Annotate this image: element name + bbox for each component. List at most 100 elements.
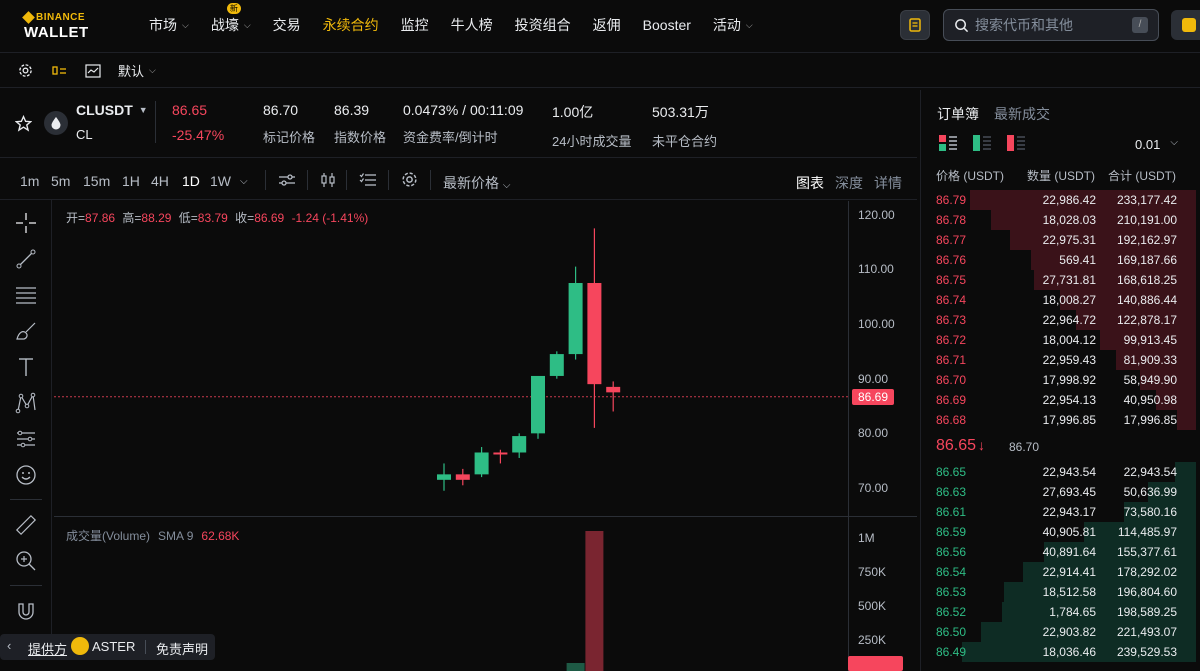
stat-label: 标记价格 xyxy=(263,130,316,145)
ruler-icon[interactable] xyxy=(13,512,39,538)
symbol-selector[interactable]: CLUSDT ▼ xyxy=(76,102,148,118)
ask-row[interactable]: 86.71 22,959.43 81,909.33 xyxy=(930,350,1196,370)
y-tick-label: 90.00 xyxy=(858,371,889,386)
tf-1m[interactable]: 1m xyxy=(20,173,39,189)
bid-price: 86.61 xyxy=(936,505,967,519)
view-both-icon[interactable] xyxy=(938,134,958,155)
bid-row[interactable]: 86.53 18,512.58 196,804.60 xyxy=(930,582,1196,602)
y-tick-label: 70.00 xyxy=(858,481,889,496)
ask-row[interactable]: 86.77 22,975.31 192,162.97 xyxy=(930,230,1196,250)
nav-item-9[interactable]: 活动 ⌵ xyxy=(702,15,764,35)
tf-15m[interactable]: 15m xyxy=(83,173,110,189)
brush-icon[interactable] xyxy=(13,318,39,344)
nav-item-label: 交易 xyxy=(272,17,301,33)
ask-row[interactable]: 86.74 18,008.27 140,886.44 xyxy=(930,290,1196,310)
tab-recent-trades[interactable]: 最新成交 xyxy=(994,104,1050,124)
bid-row[interactable]: 86.59 40,905.81 114,485.97 xyxy=(930,522,1196,542)
pane-divider[interactable] xyxy=(54,516,917,517)
chevron-left-icon[interactable]: ‹ xyxy=(7,638,11,653)
bid-total: 221,493.07 xyxy=(1116,625,1177,639)
search-box[interactable]: / xyxy=(943,9,1159,41)
stat-funding[interactable]: 0.0473% / 00:11:09 资金费率/倒计时 xyxy=(403,102,523,146)
nav-item-7[interactable]: 返佣 xyxy=(582,15,632,35)
mid-price[interactable]: 86.65 ↓ xyxy=(936,437,985,455)
bid-row[interactable]: 86.54 22,914.41 178,292.02 xyxy=(930,562,1196,582)
ask-row[interactable]: 86.69 22,954.13 40,950.98 xyxy=(930,390,1196,410)
search-input[interactable] xyxy=(975,17,1125,33)
tf-5m[interactable]: 5m xyxy=(51,173,70,189)
measure-lines-icon[interactable] xyxy=(13,426,39,452)
bid-row[interactable]: 86.50 22,903.82 221,493.07 xyxy=(930,622,1196,642)
emoji-icon[interactable] xyxy=(13,462,39,488)
candle-body xyxy=(512,436,527,453)
disclaimer-link[interactable]: 免责声明 xyxy=(156,639,208,658)
ask-row[interactable]: 86.76 569.41 169,187.66 xyxy=(930,250,1196,270)
volume-tick-label: 750K xyxy=(858,565,887,579)
ask-price: 86.71 xyxy=(936,353,967,367)
zoom-in-icon[interactable] xyxy=(13,548,39,574)
tab-orderbook[interactable]: 订单簿 xyxy=(937,104,979,124)
ask-row[interactable]: 86.78 18,028.03 210,191.00 xyxy=(930,210,1196,230)
tf-1w[interactable]: 1W xyxy=(210,173,231,189)
nav-item-0[interactable]: 市场 ⌵ xyxy=(138,15,200,35)
bid-row[interactable]: 86.63 27,693.45 50,636.99 xyxy=(930,482,1196,502)
bid-row[interactable]: 86.61 22,943.17 73,580.16 xyxy=(930,502,1196,522)
nav-item-6[interactable]: 投资组合 xyxy=(504,15,582,35)
ask-row[interactable]: 86.70 17,998.92 58,949.90 xyxy=(930,370,1196,390)
provider-link[interactable]: 提供方 xyxy=(28,639,67,658)
view-bids-icon[interactable] xyxy=(972,134,992,155)
precision-dropdown[interactable]: 0.01 ⌵ xyxy=(1135,137,1178,152)
tab-details[interactable]: 详情 xyxy=(874,173,902,193)
ask-row[interactable]: 86.73 22,964.72 122,878.17 xyxy=(930,310,1196,330)
settings-gear-icon[interactable] xyxy=(16,62,34,80)
price-type-dropdown[interactable]: 最新价格 ⌵ xyxy=(443,173,510,193)
stat-value: 503.31万 xyxy=(652,104,709,120)
nav-item-8[interactable]: Booster xyxy=(632,17,702,33)
nav-item-4[interactable]: 监控 xyxy=(390,15,440,35)
tf-1h[interactable]: 1H xyxy=(122,173,140,189)
fib-lines-icon[interactable] xyxy=(13,282,39,308)
tab-chart[interactable]: 图表 xyxy=(796,173,824,193)
ohlc-open: 87.86 xyxy=(85,211,116,225)
ask-total: 233,177.42 xyxy=(1116,193,1177,207)
indicator-settings-icon[interactable] xyxy=(278,172,296,191)
ask-row[interactable]: 86.68 17,996.85 17,996.85 xyxy=(930,410,1196,430)
magnet-icon[interactable] xyxy=(13,598,39,624)
notes-button[interactable] xyxy=(900,10,930,40)
bid-row[interactable]: 86.52 1,784.65 198,589.25 xyxy=(930,602,1196,622)
ask-row[interactable]: 86.72 18,004.12 99,913.45 xyxy=(930,330,1196,350)
layout-dropdown[interactable]: 默认 ⌵ xyxy=(118,61,156,80)
nav-item-1[interactable]: 战壕 ⌵ 新 xyxy=(200,3,262,35)
nav-item-3[interactable]: 永续合约 xyxy=(312,15,390,35)
ask-row[interactable]: 86.79 22,986.42 233,177.42 xyxy=(930,190,1196,210)
nav-item-5[interactable]: 牛人榜 xyxy=(440,15,504,35)
favorite-star-icon[interactable] xyxy=(14,114,33,135)
nav-item-2[interactable]: 交易 xyxy=(262,15,312,35)
candle-type-icon[interactable] xyxy=(319,171,337,192)
tf-more-chevron-icon[interactable]: ⌵ xyxy=(240,176,248,187)
bid-total: 198,589.25 xyxy=(1116,605,1177,619)
view-asks-icon[interactable] xyxy=(1006,134,1026,155)
tf-4h[interactable]: 4H xyxy=(151,173,169,189)
tab-depth[interactable]: 深度 xyxy=(835,173,863,193)
bid-total: 239,529.53 xyxy=(1116,645,1177,659)
tf-1d[interactable]: 1D xyxy=(182,173,200,189)
crosshair-icon[interactable] xyxy=(13,210,39,236)
chart-settings-gear-icon[interactable] xyxy=(401,171,418,191)
sub-toolbar: 默认 ⌵ xyxy=(0,54,1200,88)
layout-candles-icon[interactable] xyxy=(50,62,68,80)
price-chart[interactable] xyxy=(54,201,917,671)
bid-row[interactable]: 86.65 22,943.54 22,943.54 xyxy=(930,462,1196,482)
ask-price: 86.73 xyxy=(936,313,967,327)
bid-row[interactable]: 86.56 40,891.64 155,377.61 xyxy=(930,542,1196,562)
indicators-list-icon[interactable] xyxy=(359,171,377,192)
brand-logo[interactable]: BINANCE WALLET xyxy=(22,11,114,42)
volume-bar xyxy=(585,531,604,671)
ask-row[interactable]: 86.75 27,731.81 168,618.25 xyxy=(930,270,1196,290)
pattern-tool-icon[interactable] xyxy=(13,390,39,416)
bid-row[interactable]: 86.49 18,036.46 239,529.53 xyxy=(930,642,1196,662)
layout-line-icon[interactable] xyxy=(84,62,102,80)
trend-line-icon[interactable] xyxy=(13,246,39,272)
text-tool-icon[interactable] xyxy=(13,354,39,380)
wallet-button[interactable] xyxy=(1171,10,1200,40)
